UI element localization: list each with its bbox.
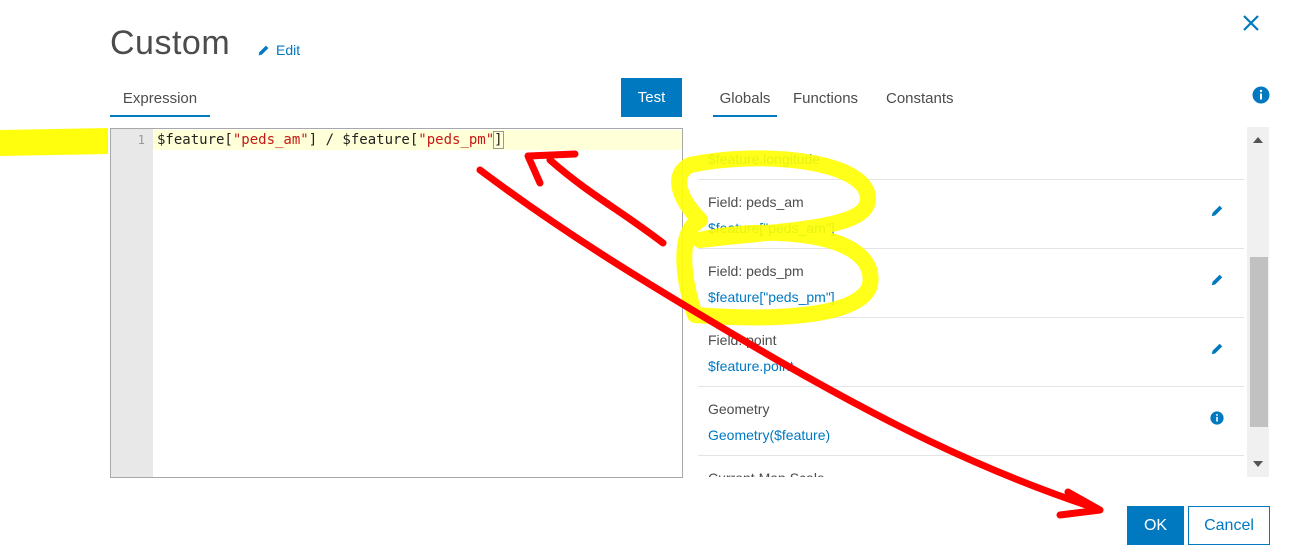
edit-icon (1211, 343, 1223, 355)
edit-button[interactable] (1210, 204, 1226, 220)
pencil-icon (258, 45, 269, 55)
globals-list-item[interactable]: Field: point $feature.point (698, 318, 1244, 387)
edit-icon (1211, 274, 1223, 286)
code-token: ] (493, 131, 504, 149)
globals-list-item[interactable]: Geometry Geometry($feature) (698, 387, 1244, 456)
globals-list[interactable]: $feature.longitude Field: peds_am $feature… (698, 127, 1270, 477)
ok-button[interactable]: OK (1127, 506, 1184, 545)
globals-list-items: $feature.longitude Field: peds_am $feature… (698, 127, 1244, 477)
line-number: 1 (137, 133, 145, 147)
close-icon[interactable] (1238, 10, 1264, 36)
scroll-up-icon[interactable] (1247, 133, 1269, 147)
dialog-title: Custom (110, 24, 231, 62)
edit-title-link[interactable]: Edit (257, 42, 300, 58)
code-token: ] / $feature[ (308, 132, 419, 148)
scroll-down-icon[interactable] (1247, 457, 1269, 471)
code-token: $feature[ (157, 132, 233, 148)
test-button[interactable]: Test (621, 78, 682, 117)
edit-label: Edit (276, 42, 301, 58)
tab-functions[interactable]: Functions (793, 90, 858, 115)
code-line[interactable]: $feature["peds_am"] / $feature["peds_pm"… (157, 131, 504, 149)
globals-list-item[interactable]: Field: peds_pm $feature["peds_pm"] (698, 249, 1244, 318)
global-label: Current Map Scale (708, 470, 825, 477)
expression-editor[interactable]: 1 $feature["peds_am"] / $feature["peds_p… (110, 128, 683, 478)
globals-list-item[interactable]: Current Map Scale$view.scale (698, 456, 1244, 477)
global-label: Field: point (708, 332, 777, 348)
yellow-highlight-mark (0, 128, 108, 156)
global-value[interactable]: Geometry($feature) (708, 427, 830, 443)
list-scrollbar[interactable] (1247, 127, 1269, 477)
global-label: Field: peds_pm (708, 263, 804, 279)
global-value[interactable]: $feature.point (708, 358, 794, 374)
line-gutter (111, 129, 153, 477)
info-icon (1210, 411, 1224, 425)
globals-list-item[interactable]: $feature.longitude (698, 127, 1244, 180)
tab-expression[interactable]: Expression (110, 90, 210, 117)
global-value[interactable]: $feature["peds_am"] (708, 220, 835, 236)
cancel-button[interactable]: Cancel (1188, 506, 1270, 545)
info-button[interactable] (1210, 411, 1226, 427)
global-label: Geometry (708, 401, 770, 417)
globals-list-item[interactable]: Field: peds_am $feature["peds_am"] (698, 180, 1244, 249)
code-string: "peds_pm" (418, 132, 495, 148)
global-label: Field: peds_am (708, 194, 804, 210)
edit-icon (1211, 205, 1223, 217)
info-icon[interactable] (1252, 86, 1270, 104)
red-arrowhead-mark (1056, 488, 1104, 519)
tab-globals[interactable]: Globals (713, 90, 777, 117)
scroll-thumb[interactable] (1250, 257, 1268, 427)
edit-button[interactable] (1210, 273, 1226, 289)
tab-constants[interactable]: Constants (886, 90, 954, 115)
global-value[interactable]: $feature.longitude (708, 151, 820, 167)
edit-button[interactable] (1210, 342, 1226, 358)
global-value[interactable]: $feature["peds_pm"] (708, 289, 835, 305)
code-string: "peds_am" (232, 132, 309, 148)
